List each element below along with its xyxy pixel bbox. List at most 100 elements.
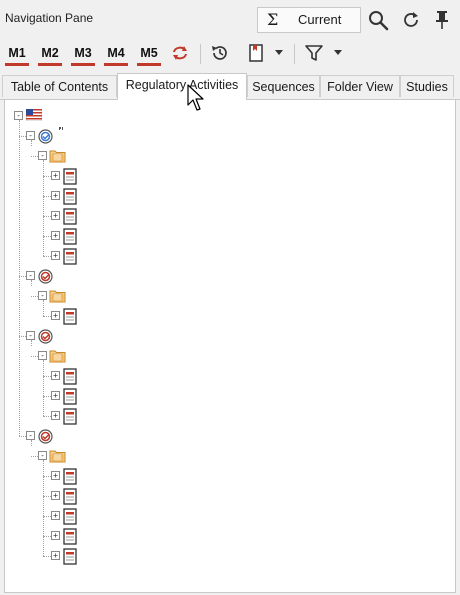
filter-dropdown-icon[interactable]	[331, 42, 345, 64]
us-flag-icon	[25, 108, 43, 124]
refresh-icon[interactable]	[399, 8, 423, 32]
expand-toggle-icon[interactable]: +	[51, 551, 60, 560]
module-document-icon	[63, 368, 77, 388]
tree-connector-line	[43, 256, 51, 257]
module-document-icon	[63, 228, 77, 248]
module-document-icon	[63, 388, 77, 408]
expand-toggle-icon[interactable]: +	[51, 471, 60, 480]
bookmark-dropdown-icon[interactable]	[272, 42, 286, 64]
expand-toggle-icon[interactable]: +	[51, 191, 60, 200]
expand-toggle-icon[interactable]: +	[51, 391, 60, 400]
tab-bar: Table of Contents Regulatory Activities …	[0, 73, 460, 100]
pin-icon[interactable]	[430, 8, 454, 32]
toolbar: M1 M2 M3 M4 M5	[0, 38, 460, 68]
open-folder-icon	[49, 449, 66, 466]
tree-connector-line	[43, 460, 44, 556]
tab-regulatory-activities[interactable]: Regulatory Activities	[117, 73, 247, 100]
toolbar-separator	[294, 44, 295, 64]
expand-toggle-icon[interactable]: +	[51, 491, 60, 500]
m5-button[interactable]: M5	[136, 42, 162, 66]
tree-connector-line	[43, 416, 51, 417]
open-folder-icon	[49, 289, 66, 306]
tab-studies[interactable]: Studies	[400, 75, 454, 97]
tree-connector-line	[43, 216, 51, 217]
tree-connector-line	[19, 436, 26, 437]
expand-toggle-icon[interactable]: +	[51, 371, 60, 380]
open-folder-icon	[49, 349, 66, 366]
expand-toggle-icon[interactable]: +	[51, 531, 60, 540]
expand-toggle-icon[interactable]: +	[51, 311, 60, 320]
tree-connector-line	[43, 236, 51, 237]
collapse-toggle-icon[interactable]: -	[26, 131, 35, 140]
mouse-cursor-icon	[187, 84, 205, 115]
m4-button[interactable]: M4	[103, 42, 129, 66]
tree-connector-line	[43, 516, 51, 517]
tree-connector-line	[31, 356, 38, 357]
search-icon[interactable]	[366, 8, 390, 32]
m3-button[interactable]: M3	[70, 42, 96, 66]
expand-toggle-icon[interactable]: +	[51, 171, 60, 180]
m1-button[interactable]: M1	[4, 42, 30, 66]
tree-connector-line	[43, 196, 51, 197]
collapse-toggle-icon[interactable]: -	[38, 151, 47, 160]
tree-view[interactable]: - - - + + + + + - - + - - + + + - - + + + + +	[4, 100, 456, 593]
module-document-icon	[63, 208, 77, 228]
tree-connector-line	[31, 156, 38, 157]
toolbar-separator	[200, 44, 201, 64]
module-document-icon	[63, 188, 77, 208]
collapse-toggle-icon[interactable]: -	[26, 431, 35, 440]
tree-connector-line	[43, 476, 51, 477]
m2-button[interactable]: M2	[37, 42, 63, 66]
expand-toggle-icon[interactable]: +	[51, 411, 60, 420]
expand-toggle-icon[interactable]: +	[51, 511, 60, 520]
tab-table-of-contents[interactable]: Table of Contents	[2, 75, 117, 97]
tree-connector-line	[43, 396, 51, 397]
module-document-icon	[63, 168, 77, 188]
bookmark-icon[interactable]	[244, 42, 268, 64]
view-selector[interactable]: Σ Current	[257, 7, 361, 33]
activity-badge-icon	[38, 269, 53, 287]
module-document-icon	[63, 508, 77, 528]
expand-toggle-icon[interactable]: +	[51, 231, 60, 240]
tree-connector-line	[19, 120, 20, 436]
module-document-icon	[63, 528, 77, 548]
tree-connector-line	[31, 280, 32, 286]
collapse-toggle-icon[interactable]: -	[38, 451, 47, 460]
tree-connector-line	[43, 300, 44, 316]
sigma-icon: Σ	[267, 10, 279, 29]
collapse-toggle-icon[interactable]: -	[38, 291, 47, 300]
module-document-icon	[63, 408, 77, 428]
tree-connector-line	[31, 140, 32, 146]
activity-badge-icon	[38, 429, 53, 447]
collapse-toggle-icon[interactable]: -	[14, 111, 23, 120]
tree-connector-line	[43, 536, 51, 537]
module-document-icon	[63, 308, 77, 328]
activity-check-icon	[38, 129, 53, 147]
tab-folder-view[interactable]: Folder View	[320, 75, 400, 97]
sync-icon[interactable]	[169, 42, 191, 64]
tree-connector-line	[19, 136, 26, 137]
tab-sequences[interactable]: Sequences	[247, 75, 320, 97]
history-icon[interactable]	[208, 42, 232, 64]
filter-icon[interactable]	[302, 42, 326, 64]
module-document-icon	[63, 248, 77, 268]
tree-connector-line	[43, 160, 44, 256]
collapse-toggle-icon[interactable]: -	[26, 271, 35, 280]
tree-connector-line	[31, 340, 32, 346]
tree-connector-line	[19, 336, 26, 337]
view-selector-label: Current	[298, 12, 342, 27]
module-document-icon	[63, 488, 77, 508]
tree-connector-line	[19, 276, 26, 277]
module-document-icon	[63, 468, 77, 488]
collapse-toggle-icon[interactable]: -	[38, 351, 47, 360]
tree-connector-line	[43, 316, 51, 317]
tree-connector-line	[43, 496, 51, 497]
collapse-toggle-icon[interactable]: -	[26, 331, 35, 340]
expand-toggle-icon[interactable]: +	[51, 211, 60, 220]
activity-badge-icon	[38, 329, 53, 347]
tree-connector-line	[43, 556, 51, 557]
tree-connector-line	[43, 360, 44, 416]
expand-toggle-icon[interactable]: +	[51, 251, 60, 260]
tree-connector-line	[43, 176, 51, 177]
tree-connector-line	[31, 296, 38, 297]
